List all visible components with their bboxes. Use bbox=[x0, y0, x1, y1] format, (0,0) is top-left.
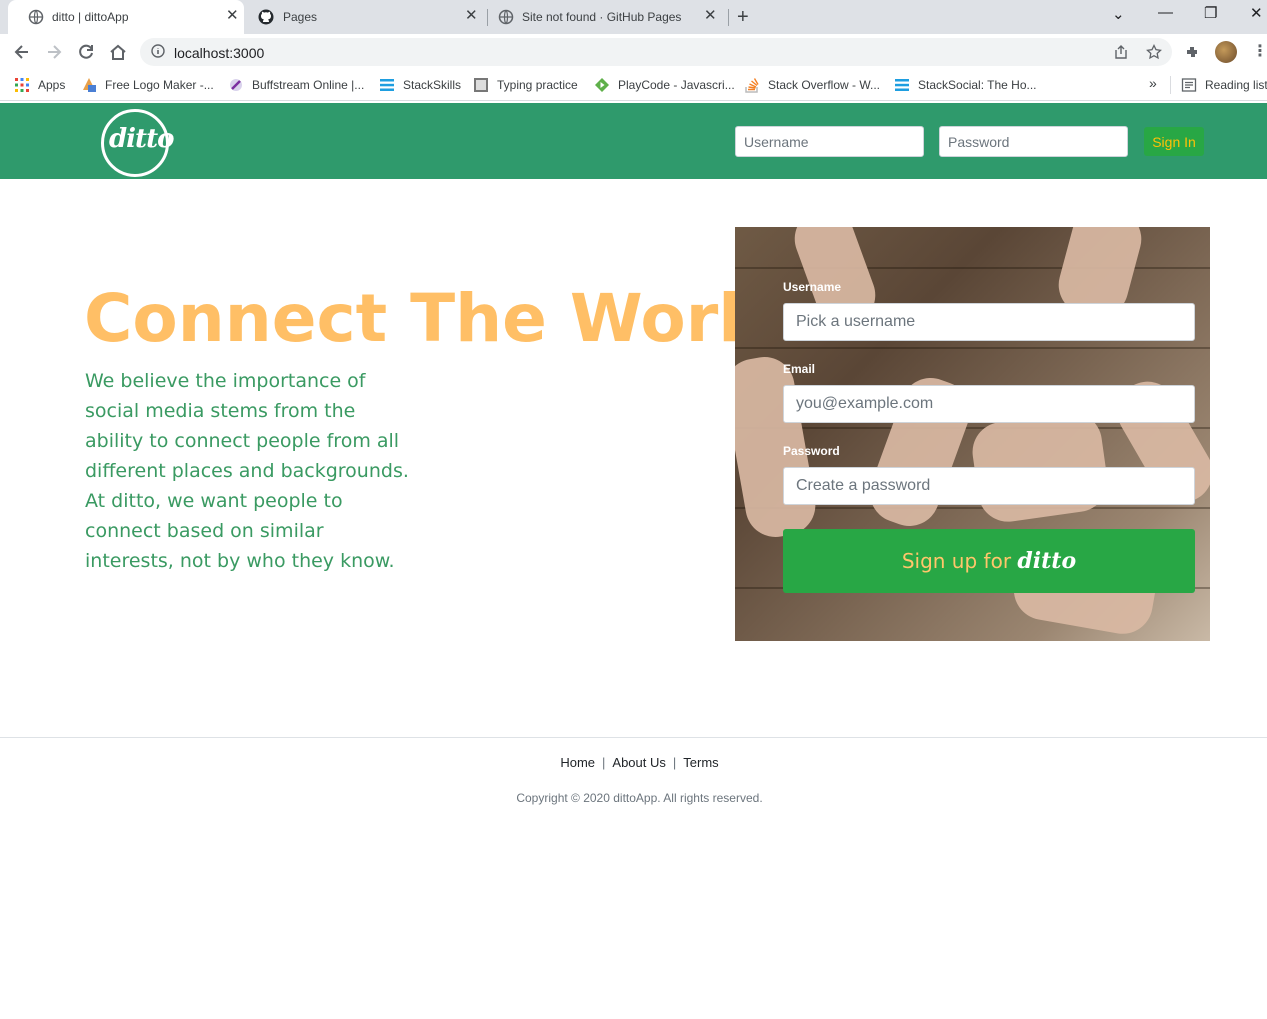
footer-separator: | bbox=[602, 755, 606, 770]
tab-title: ditto | dittoApp bbox=[52, 10, 129, 24]
bookmark-star-icon[interactable] bbox=[1146, 44, 1162, 60]
reading-list-button[interactable]: Reading list bbox=[1181, 77, 1267, 93]
signup-username-input[interactable] bbox=[783, 303, 1195, 341]
site-header: ditto Sign In bbox=[0, 103, 1267, 179]
profile-avatar[interactable] bbox=[1215, 41, 1237, 63]
globe-icon bbox=[498, 9, 514, 25]
footer-link-terms[interactable]: Terms bbox=[683, 755, 718, 770]
bookmark-label: Free Logo Maker -... bbox=[105, 78, 214, 92]
bookmark-free-logo-maker[interactable]: Free Logo Maker -... bbox=[81, 77, 214, 93]
close-tab-icon[interactable]: ✕ bbox=[226, 8, 239, 24]
footer-link-home[interactable]: Home bbox=[560, 755, 595, 770]
bookmarks-divider bbox=[1170, 76, 1171, 94]
share-icon[interactable] bbox=[1113, 44, 1129, 60]
bookmark-apps[interactable]: Apps bbox=[14, 77, 65, 93]
tab-separator bbox=[728, 9, 729, 26]
url-text: localhost:3000 bbox=[174, 45, 265, 61]
hero-description: We believe the importance of social medi… bbox=[85, 370, 409, 572]
signup-button-brand: ditto bbox=[1017, 548, 1077, 574]
home-icon[interactable] bbox=[108, 42, 128, 62]
stackoverflow-icon bbox=[745, 78, 759, 93]
menu-dots-icon[interactable]: ⋮ bbox=[1252, 41, 1267, 61]
bookmark-label: Typing practice bbox=[497, 78, 578, 92]
signup-card: Username Email Password Sign up for ditt… bbox=[735, 227, 1210, 641]
playcode-icon bbox=[595, 78, 609, 92]
typing-icon bbox=[474, 78, 488, 92]
buffstream-icon bbox=[230, 79, 242, 91]
signup-email-label: Email bbox=[783, 362, 816, 376]
hero-title: Connect The World bbox=[84, 280, 789, 357]
sign-in-button[interactable]: Sign In bbox=[1144, 127, 1204, 156]
close-window-icon[interactable]: ✕ bbox=[1250, 4, 1263, 22]
header-password-input[interactable] bbox=[939, 126, 1128, 157]
signup-password-input[interactable] bbox=[783, 467, 1195, 505]
bookmarks-overflow-icon[interactable]: » bbox=[1149, 75, 1157, 91]
header-username-input[interactable] bbox=[735, 126, 924, 157]
bookmark-buffstream[interactable]: Buffstream Online |... bbox=[228, 77, 364, 93]
logo-text: ditto bbox=[109, 124, 174, 154]
back-icon[interactable] bbox=[12, 42, 32, 62]
ditto-logo[interactable]: ditto bbox=[101, 109, 174, 177]
footer-separator: | bbox=[672, 755, 677, 770]
browser-tabstrip: ditto | dittoApp ✕ Pages ✕ Site not foun… bbox=[0, 0, 1267, 34]
bookmark-stackskills[interactable]: StackSkills bbox=[379, 77, 461, 93]
signup-username-label: Username bbox=[783, 280, 842, 294]
bookmark-label: PlayCode - Javascri... bbox=[618, 78, 735, 92]
signup-password-label: Password bbox=[783, 444, 840, 458]
stackskills-icon bbox=[380, 79, 394, 91]
apps-grid-icon bbox=[15, 78, 29, 92]
new-tab-icon[interactable]: + bbox=[737, 6, 749, 29]
close-tab-icon[interactable]: ✕ bbox=[465, 8, 478, 24]
bookmarks-bar: Apps Free Logo Maker -... Buffstream Onl… bbox=[0, 70, 1267, 101]
site-info-icon[interactable] bbox=[151, 44, 165, 58]
footer-nav: Home | About Us | Terms bbox=[0, 755, 1267, 770]
browser-toolbar: localhost:3000 ⋮ bbox=[0, 34, 1267, 70]
bookmark-label: StackSkills bbox=[403, 78, 462, 92]
tab-title: Site not found · GitHub Pages bbox=[522, 10, 682, 24]
extensions-icon[interactable] bbox=[1185, 44, 1201, 60]
tab-site-not-found[interactable]: Site not found · GitHub Pages ✕ bbox=[488, 0, 728, 34]
restore-icon[interactable]: ❐ bbox=[1204, 4, 1217, 22]
bookmark-typing-practice[interactable]: Typing practice bbox=[473, 77, 578, 93]
address-bar[interactable]: localhost:3000 bbox=[140, 38, 1172, 66]
reload-icon[interactable] bbox=[76, 42, 96, 62]
close-tab-icon[interactable]: ✕ bbox=[704, 8, 717, 24]
signup-button-label: Sign up for bbox=[901, 549, 1012, 573]
minimize-icon[interactable]: — bbox=[1158, 4, 1173, 21]
logo-maker-icon bbox=[83, 78, 96, 92]
reading-list-label: Reading list bbox=[1205, 78, 1267, 92]
stacksocial-icon bbox=[895, 79, 909, 91]
bookmark-stacksocial[interactable]: StackSocial: The Ho... bbox=[894, 77, 1037, 93]
tab-title: Pages bbox=[283, 10, 318, 24]
tab-ditto[interactable]: ditto | dittoApp ✕ bbox=[8, 0, 244, 34]
signup-email-input[interactable] bbox=[783, 385, 1195, 423]
forward-icon[interactable] bbox=[44, 42, 64, 62]
tab-pages[interactable]: Pages ✕ bbox=[244, 0, 488, 34]
reading-list-icon bbox=[1181, 78, 1197, 92]
copyright-text: Copyright © 2020 dittoApp. All rights re… bbox=[516, 791, 763, 805]
globe-icon bbox=[28, 9, 44, 25]
signup-button[interactable]: Sign up for ditto bbox=[783, 529, 1195, 593]
footer-divider bbox=[0, 737, 1267, 738]
bookmark-playcode[interactable]: PlayCode - Javascri... bbox=[594, 77, 735, 93]
bookmark-label: Apps bbox=[38, 78, 66, 92]
tab-search-icon[interactable]: ⌄ bbox=[1112, 5, 1125, 23]
bookmark-label: StackSocial: The Ho... bbox=[918, 78, 1037, 92]
footer-link-about-us[interactable]: About Us bbox=[612, 755, 665, 770]
bookmark-label: Buffstream Online |... bbox=[252, 78, 365, 92]
bookmark-stack-overflow[interactable]: Stack Overflow - W... bbox=[744, 77, 880, 93]
bookmark-label: Stack Overflow - W... bbox=[768, 78, 881, 92]
github-icon bbox=[258, 9, 274, 25]
